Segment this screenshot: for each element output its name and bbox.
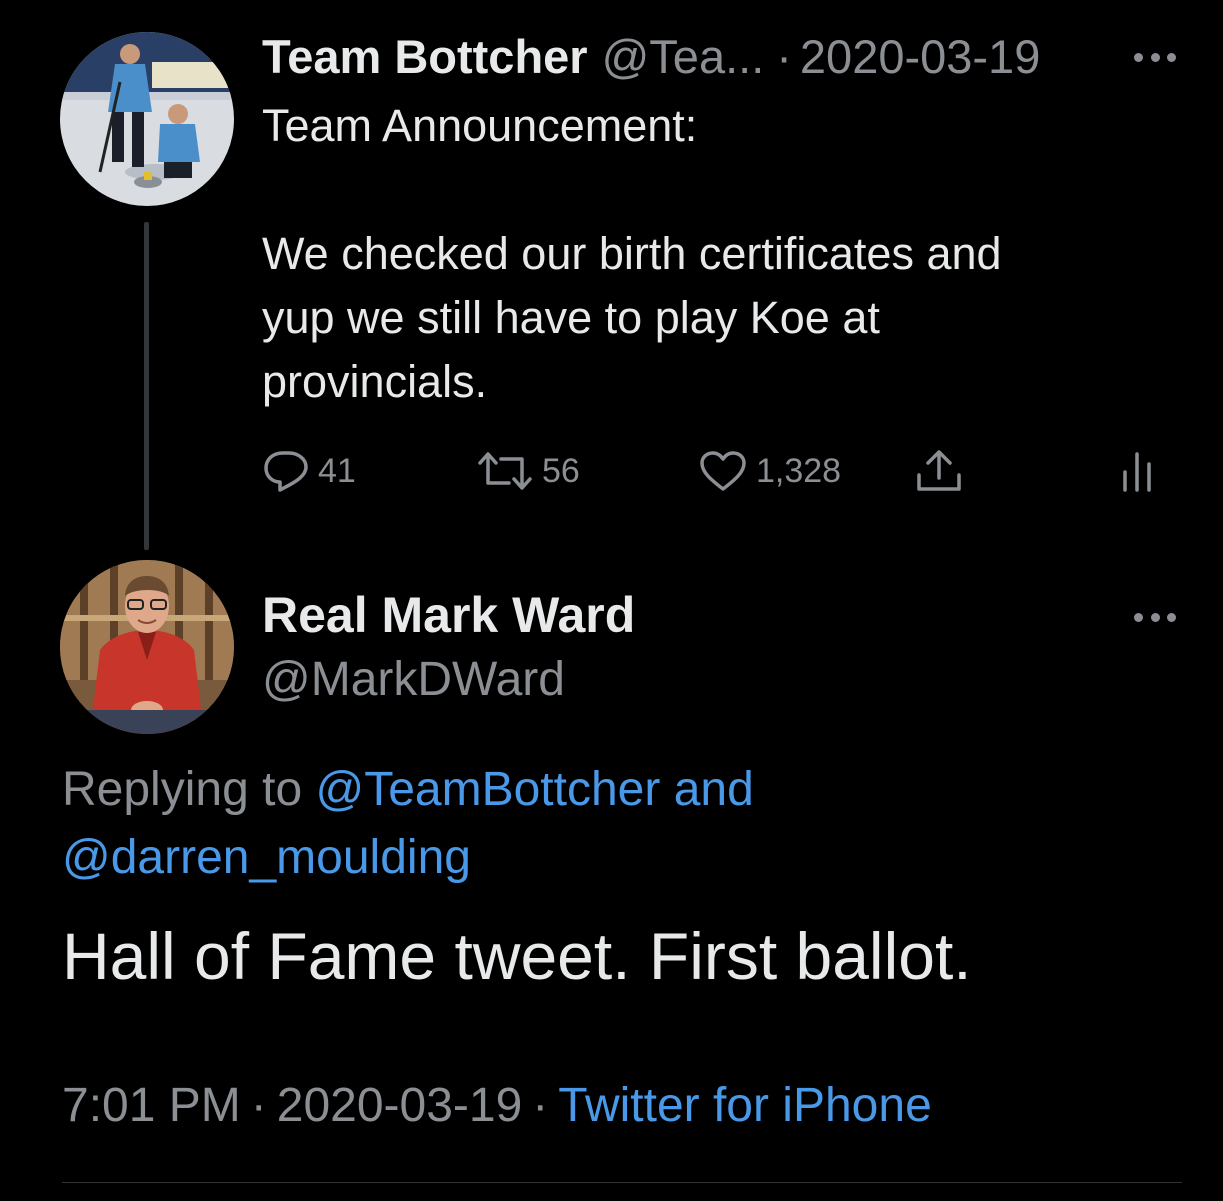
tweet-date[interactable]: 2020-03-19 [800,29,1040,84]
mention-teambottcher[interactable]: @TeamBottcher [315,763,660,816]
thread-line [144,222,149,550]
replying-and[interactable]: and [674,763,754,816]
tweet-text-line: yup we still have to play Koe at [262,292,880,343]
mention-darren-moulding[interactable]: @darren_moulding [62,831,471,884]
tweet-text: Team Announcement: We checked our birth … [262,94,1162,414]
reply-time[interactable]: 7:01 PM [62,1079,241,1132]
tweet-actions: 41 56 1,328 [0,446,1223,496]
team-bottcher-avatar[interactable] [60,32,234,206]
more-icon[interactable] [1134,50,1176,64]
analytics-icon [1123,452,1151,492]
more-icon[interactable] [1134,610,1176,624]
source-link[interactable]: Twitter for iPhone [558,1079,932,1132]
reply-meta: 7:01 PM · 2020-03-19 · Twitter for iPhone [62,1078,932,1133]
reply-author-handle[interactable]: @MarkDWard [262,652,565,707]
meta-separator: · [532,1079,549,1132]
tweet-text-line: We checked our birth certificates and [262,228,1002,279]
reply-icon [264,451,308,492]
replying-to: Replying to @TeamBottcher and @darren_mo… [62,756,1162,892]
retweet-icon [478,452,532,490]
heart-icon [700,451,746,491]
author-name[interactable]: Team Bottcher [262,29,588,84]
share-button[interactable] [914,446,964,496]
tweet-text-line: Team Announcement: [262,100,698,151]
mark-ward-avatar[interactable] [60,560,234,734]
meta-separator: · [250,1079,267,1132]
date-separator: · [776,29,792,83]
replying-prefix: Replying to [62,763,303,816]
retweet-count: 56 [542,451,580,490]
reply-text: Hall of Fame tweet. First ballot. [62,919,972,993]
author-handle[interactable]: @Tea... [602,29,765,84]
share-icon [917,450,961,491]
tweet-header: Team Bottcher @Tea... · 2020-03-19 [262,26,1040,86]
reply-date[interactable]: 2020-03-19 [277,1079,523,1132]
like-count: 1,328 [756,451,842,490]
retweet-button[interactable]: 56 [476,446,580,496]
reply-count: 41 [318,451,356,490]
tweet-text-line: provincials. [262,356,488,407]
like-button[interactable]: 1,328 [698,446,841,496]
divider [62,1182,1182,1183]
reply-button[interactable]: 41 [262,446,356,496]
analytics-button[interactable] [1120,446,1154,496]
reply-author-name[interactable]: Real Mark Ward [262,586,635,644]
